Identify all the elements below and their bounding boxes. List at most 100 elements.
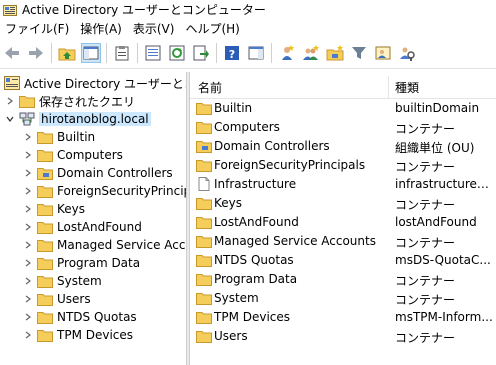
- forward-button[interactable]: [26, 43, 46, 63]
- column-header-type[interactable]: 種類: [395, 79, 419, 96]
- new-group-button[interactable]: [301, 43, 321, 63]
- toolbar-separator: [271, 43, 272, 63]
- folder-icon: [196, 255, 212, 267]
- expand-chevron-icon[interactable]: [22, 272, 34, 290]
- title-bar: Active Directory ユーザーとコンピューター: [0, 0, 496, 19]
- column-header-name[interactable]: 名前: [198, 79, 222, 96]
- tree-root[interactable]: Active Directory ユーザーとコンピ…: [4, 74, 186, 92]
- tree-item[interactable]: Program Data: [22, 254, 140, 272]
- toolbar-separator: [216, 43, 217, 63]
- folder-icon: [196, 274, 212, 286]
- expand-chevron-icon[interactable]: [22, 236, 34, 254]
- list-row[interactable]: Managed Service Accounts コンテナー: [190, 232, 496, 251]
- ou-folder-icon: [196, 141, 212, 153]
- list-row-type: builtinDomain: [395, 101, 480, 115]
- tree-root-label: Active Directory ユーザーとコンピ…: [24, 76, 186, 91]
- list-row[interactable]: Program Data コンテナー: [190, 270, 496, 289]
- expand-chevron-icon[interactable]: [22, 128, 34, 146]
- folder-icon: [37, 276, 53, 288]
- tree-item[interactable]: NTDS Quotas: [22, 308, 137, 326]
- help-button[interactable]: ?: [222, 43, 242, 63]
- list-row[interactable]: Computers コンテナー: [190, 118, 496, 137]
- list-row-type: コンテナー: [395, 198, 456, 212]
- folder-icon: [196, 217, 212, 229]
- export-icon: [193, 45, 209, 61]
- up-level-button[interactable]: [57, 43, 77, 63]
- tree-item-label: System: [57, 274, 102, 288]
- tree-item-label: TPM Devices: [57, 328, 134, 342]
- list-row[interactable]: LostAndFound lostAndFound: [190, 213, 496, 232]
- list-row[interactable]: ForeignSecurityPrincipals コンテナー: [190, 156, 496, 175]
- properties-button[interactable]: [143, 43, 163, 63]
- list-row[interactable]: Builtin builtinDomain: [190, 99, 496, 118]
- tree-item-label: 保存されたクエリ: [39, 94, 136, 109]
- expand-chevron-icon[interactable]: [22, 254, 34, 272]
- back-button[interactable]: [2, 43, 22, 63]
- tree-item[interactable]: ForeignSecurityPrincipa: [22, 182, 186, 200]
- add-to-group-button[interactable]: [373, 43, 393, 63]
- folder-icon: [37, 186, 53, 198]
- list-row[interactable]: System コンテナー: [190, 289, 496, 308]
- list-row-name: NTDS Quotas: [214, 253, 294, 267]
- new-ou-icon: [326, 45, 344, 61]
- expand-chevron-icon[interactable]: [22, 218, 34, 236]
- expand-chevron-icon[interactable]: [22, 182, 34, 200]
- new-ou-button[interactable]: [325, 43, 345, 63]
- tree-item-label: hirotanoblog.local: [39, 112, 151, 126]
- tree-item[interactable]: Managed Service Acco: [22, 236, 186, 254]
- collapse-chevron-icon[interactable]: [4, 110, 16, 128]
- list-row[interactable]: Keys コンテナー: [190, 194, 496, 213]
- tree-item[interactable]: Builtin: [22, 128, 95, 146]
- folder-icon: [196, 160, 212, 172]
- copy-button[interactable]: [112, 43, 132, 63]
- list-row-type: コンテナー: [395, 274, 456, 288]
- expand-chevron-icon[interactable]: [22, 164, 34, 182]
- toolbar-separator: [51, 43, 52, 63]
- show-action-pane-button[interactable]: [246, 43, 266, 63]
- delegate-control-button[interactable]: [397, 43, 417, 63]
- tree-item[interactable]: Users: [22, 290, 91, 308]
- expand-chevron-icon[interactable]: [22, 326, 34, 344]
- show-console-tree-button[interactable]: [81, 43, 101, 63]
- menu-view[interactable]: 表示(V): [128, 20, 181, 37]
- list-row[interactable]: Infrastructure infrastructureU...: [190, 175, 496, 194]
- tree-item[interactable]: Domain Controllers: [22, 164, 173, 182]
- folder-icon: [196, 103, 212, 115]
- export-list-button[interactable]: [191, 43, 211, 63]
- new-user-button[interactable]: [277, 43, 297, 63]
- tree-item[interactable]: TPM Devices: [22, 326, 133, 344]
- list-row[interactable]: NTDS Quotas msDS-QuotaC...: [190, 251, 496, 270]
- expand-chevron-icon[interactable]: [22, 200, 34, 218]
- tree-item[interactable]: Keys: [22, 200, 85, 218]
- list-row-type: コンテナー: [395, 331, 456, 345]
- filter-icon: [352, 47, 366, 59]
- tree-item[interactable]: Computers: [22, 146, 123, 164]
- folder-icon: [37, 258, 53, 270]
- expand-chevron-icon[interactable]: [22, 146, 34, 164]
- menu-file[interactable]: ファイル(F): [0, 20, 75, 37]
- list-row[interactable]: TPM Devices msTPM-Inform...: [190, 308, 496, 327]
- list-row-name: ForeignSecurityPrincipals: [214, 158, 366, 172]
- list-row[interactable]: Users コンテナー: [190, 327, 496, 346]
- menu-help[interactable]: ヘルプ(H): [180, 20, 245, 37]
- tree-item-saved-queries[interactable]: 保存されたクエリ: [4, 92, 135, 110]
- column-divider[interactable]: [388, 76, 389, 98]
- folder-icon: [37, 240, 53, 252]
- expand-chevron-icon[interactable]: [22, 290, 34, 308]
- tree-item[interactable]: System: [22, 272, 102, 290]
- list-row-name: Users: [214, 329, 248, 343]
- list-row-name: TPM Devices: [214, 310, 291, 324]
- filter-button[interactable]: [349, 43, 369, 63]
- up-folder-icon: [58, 48, 76, 61]
- refresh-button[interactable]: [167, 43, 187, 63]
- window-title: Active Directory ユーザーとコンピューター: [22, 3, 266, 17]
- expand-chevron-icon[interactable]: [22, 308, 34, 326]
- list-row[interactable]: Domain Controllers 組織単位 (OU): [190, 137, 496, 156]
- menu-action[interactable]: 操作(A): [75, 20, 128, 37]
- tree-item[interactable]: LostAndFound: [22, 218, 142, 236]
- expand-chevron-icon[interactable]: [4, 92, 16, 110]
- tree-item-domain[interactable]: hirotanoblog.local: [4, 110, 151, 128]
- refresh-icon: [169, 45, 185, 61]
- folder-icon: [196, 331, 212, 343]
- tree-item-label: Keys: [57, 202, 86, 216]
